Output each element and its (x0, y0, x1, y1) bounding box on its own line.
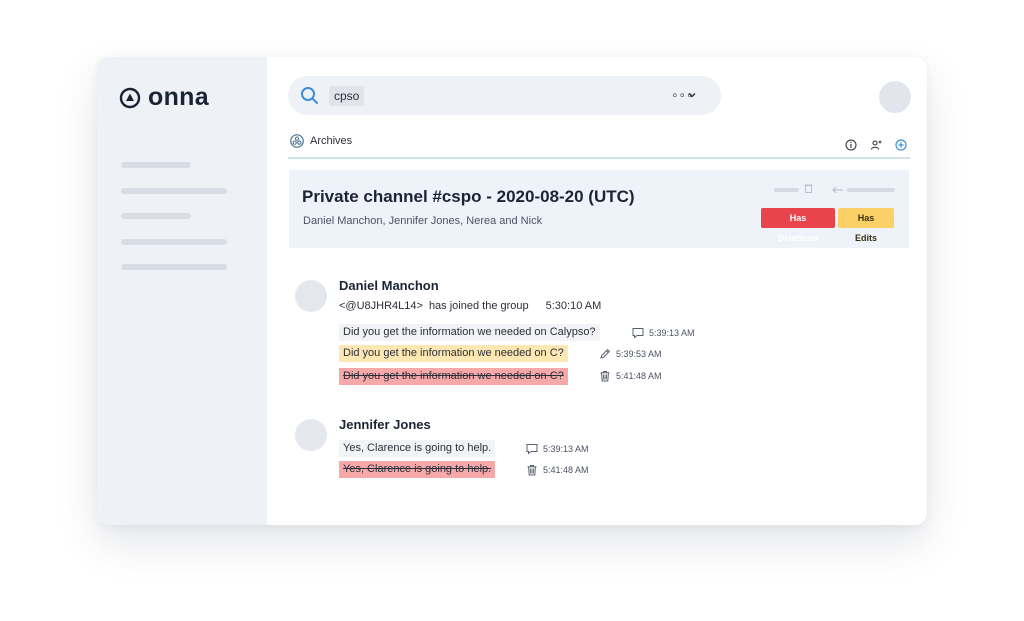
message-meta: 5:41:48 AM (599, 370, 662, 382)
placeholder-line (847, 188, 895, 192)
info-icon[interactable] (845, 139, 857, 151)
join-time: 5:30:10 AM (545, 300, 602, 312)
chevron-down-icon[interactable] (688, 91, 696, 99)
onna-logo-icon (119, 87, 141, 108)
trash-icon[interactable] (804, 183, 813, 193)
message-time: 5:39:53 AM (616, 349, 662, 359)
channel-header: Private channel #cspo - 2020-08-20 (UTC)… (289, 170, 909, 248)
join-event: <@U8JHR4L14> has joined the group 5:30:1… (339, 300, 601, 312)
search-icon[interactable] (300, 86, 319, 105)
comment-icon[interactable] (526, 443, 538, 455)
message-time: 5:39:13 AM (543, 444, 589, 454)
archives-label[interactable]: Archives (310, 135, 352, 147)
message-time: 5:41:48 AM (616, 371, 662, 381)
channel-members: Daniel Manchon, Jennifer Jones, Nerea an… (303, 215, 543, 227)
search-query-chip[interactable]: cpso (329, 86, 365, 106)
toolbar (845, 139, 907, 151)
join-text: has joined the group (428, 300, 529, 312)
search-bar[interactable]: cpso ∘∘∘ (288, 76, 721, 115)
message-line-deleted[interactable]: Did you get the information we needed on… (339, 368, 568, 385)
message-meta: 5:39:53 AM (599, 348, 662, 360)
breadcrumb: Archives (290, 134, 352, 148)
message-meta: 5:39:13 AM (632, 327, 695, 339)
message-line[interactable]: Did you get the information we needed on… (339, 324, 600, 341)
message-meta: 5:41:48 AM (526, 464, 589, 476)
comment-icon[interactable] (632, 327, 644, 339)
message-line-deleted[interactable]: Yes, Clarence is going to help. (339, 461, 496, 478)
message-time: 5:39:13 AM (649, 328, 695, 338)
sidebar-item-placeholder[interactable] (121, 213, 191, 219)
sidebar: onna (97, 57, 267, 525)
user-avatar[interactable] (879, 81, 911, 113)
message-author: Jennifer Jones (339, 417, 431, 432)
sidebar-item-placeholder[interactable] (121, 162, 191, 168)
channel-title: Private channel #cspo - 2020-08-20 (UTC) (302, 187, 635, 206)
message-line[interactable]: Yes, Clarence is going to help. (339, 440, 496, 457)
trash-icon[interactable] (599, 370, 611, 382)
sidebar-item-placeholder[interactable] (121, 188, 227, 194)
arrow-left-icon[interactable] (832, 186, 844, 194)
message-line-edited[interactable]: Did you get the information we needed on… (339, 345, 568, 362)
avatar (295, 280, 327, 312)
join-user: <@U8JHR4L14> (339, 300, 423, 312)
message-time: 5:41:48 AM (543, 465, 589, 475)
add-icon[interactable] (895, 139, 907, 151)
section-divider (288, 157, 910, 159)
has-edits-badge[interactable]: Has Edits (838, 208, 894, 243)
sidebar-item-placeholder[interactable] (121, 264, 227, 270)
message-author: Daniel Manchon (339, 278, 439, 293)
sidebar-item-placeholder[interactable] (121, 239, 227, 245)
add-user-icon[interactable] (870, 139, 882, 151)
message-meta: 5:39:13 AM (526, 443, 589, 455)
has-deletions-badge[interactable]: Has Deletions (761, 208, 835, 243)
archives-icon (290, 134, 304, 148)
app-window: onna cpso ∘∘∘ Archives Private channel #… (97, 57, 927, 525)
placeholder-line (774, 188, 799, 192)
logo-text: onna (148, 83, 209, 111)
avatar (295, 419, 327, 451)
pencil-icon[interactable] (599, 348, 611, 360)
trash-icon[interactable] (526, 464, 538, 476)
logo[interactable]: onna (119, 85, 209, 110)
